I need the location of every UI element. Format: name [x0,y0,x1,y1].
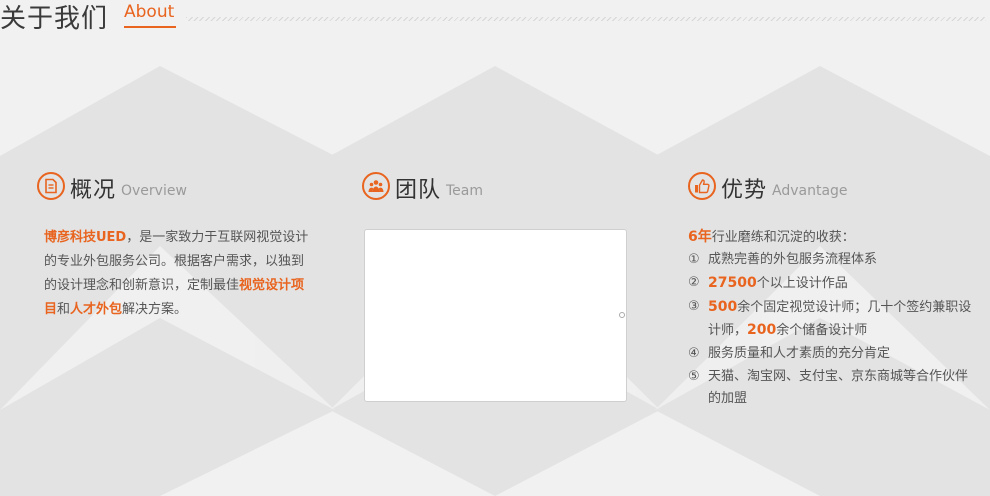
section-header: 关于我们 About [0,0,990,40]
list-item: ③ 500余个固定视觉设计师；几十个签约兼职设计师，200余个储备设计师 [688,299,972,338]
team-title-en: Team [446,183,484,199]
list-item: ① 成熟完善的外包服务流程体系 [688,252,878,267]
scroll-handle[interactable] [619,312,625,318]
advantage-title-en: Advantage [772,183,848,199]
advantage-title: 优势 [721,178,768,203]
advantage-list: ① 成熟完善的外包服务流程体系 ② 27500个以上设计作品 ③ 500余个固定… [688,249,972,411]
overview-description: 博彦科技UED，是一家致力于互联网视觉设计的专业外包服务公司。根据客户需求，以独… [44,230,309,317]
team-title: 团队 [395,178,442,203]
thumbs-up-icon [688,172,716,200]
list-item: ② 27500个以上设计作品 [688,275,848,291]
team-content-box[interactable] [364,229,627,402]
list-item: ④ 服务质量和人才素质的充分肯定 [688,346,891,361]
list-item: ⑤ 天猫、淘宝网、支付宝、京东商城等合作伙伴的加盟 [688,369,969,406]
team-icon [362,172,390,200]
page-title-en: About [124,2,175,22]
page-title: 关于我们 [0,4,109,34]
overview-title-en: Overview [121,183,187,199]
header-divider [186,17,986,21]
company-name: 博彦科技UED [44,230,127,245]
document-icon [37,172,65,200]
years-highlight: 6年 [688,229,712,245]
overview-title: 概况 [70,178,117,203]
highlight-talent: 人才外包 [70,302,123,317]
title-underline [124,26,176,28]
advantage-intro: 6年行业磨练和沉淀的收获： [688,229,855,245]
